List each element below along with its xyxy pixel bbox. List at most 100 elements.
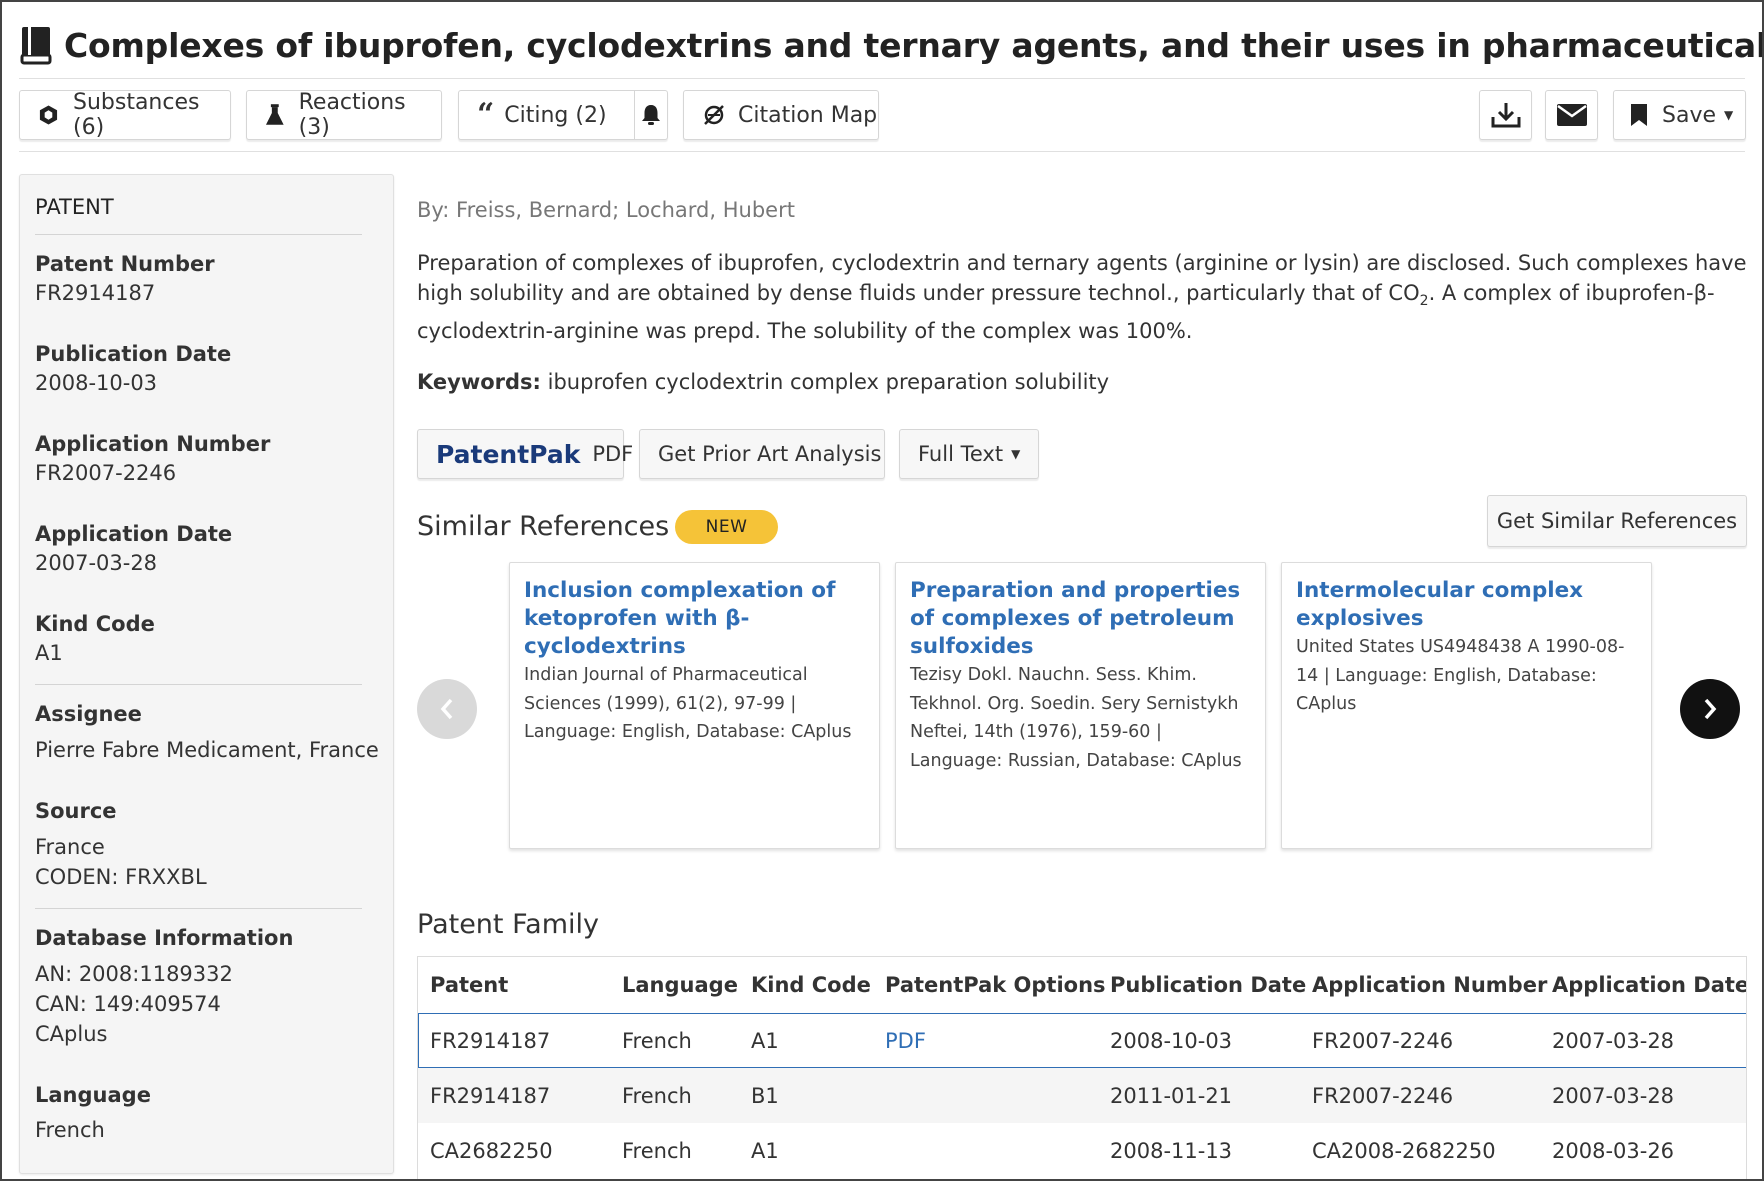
- database-can-value: CAN: 149:409574: [35, 992, 221, 1016]
- table-cell: 2008-03-26: [1552, 1138, 1675, 1163]
- similar-reference-meta: United States US4948438 A 1990-08-14 | L…: [1296, 637, 1625, 714]
- table-cell: A1: [751, 1028, 779, 1053]
- similar-reference-meta: Indian Journal of Pharmaceutical Science…: [524, 665, 852, 742]
- similar-reference-meta: Tezisy Dokl. Nauchn. Sess. Khim. Tekhnol…: [910, 665, 1242, 771]
- assignee-label: Assignee: [35, 702, 142, 726]
- sidebar-divider: [35, 684, 362, 685]
- toolbar-divider: [19, 151, 1745, 152]
- citing-label: Citing (2): [504, 102, 607, 128]
- table-cell: CA2682250: [430, 1138, 553, 1163]
- flask-icon: [265, 104, 284, 125]
- carousel-prev-button[interactable]: [417, 679, 477, 739]
- table-cell: FR2007-2246: [1312, 1028, 1454, 1053]
- table-cell: 2011-01-21: [1110, 1083, 1233, 1108]
- column-header: Application Number: [1312, 972, 1548, 997]
- keywords: Keywords: ibuprofen cyclodextrin complex…: [417, 370, 1109, 394]
- kind-code-label: Kind Code: [35, 612, 155, 636]
- similar-references-heading: Similar References: [417, 511, 670, 542]
- table-cell: 2007-03-28: [1552, 1028, 1675, 1053]
- table-cell: CA2008-2682250: [1312, 1138, 1496, 1163]
- patent-family-table: Patent Language Kind Code PatentPak Opti…: [417, 956, 1747, 1179]
- sidebar-divider: [35, 234, 362, 235]
- similar-reference-card: Preparation and properties of complexes …: [895, 562, 1266, 849]
- column-header: PatentPak Options: [885, 972, 1106, 997]
- patentpak-logo: PatentPak: [436, 439, 581, 469]
- keywords-value: ibuprofen cyclodextrin complex preparati…: [547, 370, 1110, 394]
- save-label: Save: [1662, 102, 1717, 128]
- citation-map-label: Citation Map: [738, 102, 878, 128]
- source-coden-value: CODEN: FRXXBL: [35, 865, 207, 889]
- title-row: Complexes of ibuprofen, cyclodextrins an…: [20, 20, 1764, 70]
- caret-down-icon: ▼: [1724, 108, 1734, 122]
- column-header: Publication Date: [1110, 972, 1307, 997]
- table-cell: FR2914187: [430, 1083, 551, 1108]
- full-text-dropdown[interactable]: Full Text ▼: [899, 429, 1039, 479]
- citing-button[interactable]: “ Citing (2): [477, 91, 634, 139]
- title-divider: [19, 78, 1745, 79]
- reference-book-icon: [20, 27, 52, 65]
- page-frame: Complexes of ibuprofen, cyclodextrins an…: [0, 0, 1764, 1181]
- application-number-value: FR2007-2246: [35, 461, 177, 485]
- page-title: Complexes of ibuprofen, cyclodextrins an…: [64, 25, 1764, 65]
- similar-reference-title[interactable]: Preparation and properties of complexes …: [910, 577, 1251, 661]
- similar-reference-title[interactable]: Intermolecular complex explosives: [1296, 577, 1637, 633]
- download-button[interactable]: [1479, 90, 1532, 140]
- table-row[interactable]: CA2682250 French A1 2008-11-13 CA2008-26…: [418, 1123, 1746, 1178]
- similar-reference-card: Intermolecular complex explosives United…: [1281, 562, 1652, 849]
- column-header: Patent: [430, 972, 509, 997]
- table-cell: A1: [751, 1138, 779, 1163]
- table-header-row: Patent Language Kind Code PatentPak Opti…: [418, 957, 1746, 1012]
- patent-details-sidebar: PATENT Patent Number FR2914187 Publicati…: [19, 174, 394, 1174]
- download-icon: [1491, 103, 1520, 128]
- table-cell: B1: [751, 1083, 779, 1108]
- assignee-value: Pierre Fabre Medicament, France: [35, 738, 379, 762]
- table-row-selected[interactable]: FR2914187 French A1 PDF 2008-10-03 FR200…: [418, 1013, 1746, 1068]
- get-similar-references-button[interactable]: Get Similar References: [1487, 495, 1747, 547]
- database-info-label: Database Information: [35, 926, 294, 950]
- patent-number-value: FR2914187: [35, 281, 156, 305]
- bookmark-icon: [1631, 104, 1647, 126]
- abstract-subscript: 2: [1419, 293, 1429, 310]
- database-an-value: AN: 2008:1189332: [35, 962, 233, 986]
- chevron-right-icon: [1704, 698, 1717, 720]
- new-badge: NEW: [675, 510, 778, 544]
- citing-button-group: “ Citing (2): [458, 90, 668, 140]
- table-cell: FR2914187: [430, 1028, 551, 1053]
- carousel-next-button[interactable]: [1680, 679, 1740, 739]
- application-date-label: Application Date: [35, 522, 233, 546]
- language-label: Language: [35, 1083, 151, 1107]
- keywords-label: Keywords:: [417, 370, 541, 394]
- table-cell: 2007-03-28: [1552, 1083, 1675, 1108]
- table-cell: FR2007-2246: [1312, 1083, 1454, 1108]
- full-text-label: Full Text: [918, 442, 1004, 466]
- table-cell: French: [622, 1028, 692, 1053]
- substances-button[interactable]: Substances (6): [19, 90, 231, 140]
- source-label: Source: [35, 799, 117, 823]
- patentpak-pdf-button[interactable]: PatentPak PDF: [417, 429, 633, 479]
- column-header: Kind Code: [751, 972, 871, 997]
- caret-down-icon: ▼: [1011, 447, 1021, 461]
- similar-reference-card: Inclusion complexation of ketoprofen wit…: [509, 562, 880, 849]
- bell-icon: [642, 105, 660, 125]
- chevron-left-icon: [440, 698, 453, 720]
- similar-reference-title[interactable]: Inclusion complexation of ketoprofen wit…: [524, 577, 865, 661]
- citing-alert-button[interactable]: [634, 91, 667, 139]
- save-button[interactable]: Save ▼: [1613, 90, 1746, 140]
- pdf-link[interactable]: PDF: [885, 1013, 926, 1068]
- prior-art-button[interactable]: Get Prior Art Analysis: [639, 429, 885, 479]
- publication-date-label: Publication Date: [35, 342, 232, 366]
- source-country-value: France: [35, 835, 105, 859]
- reactions-button[interactable]: Reactions (3): [246, 90, 442, 140]
- sidebar-heading: PATENT: [35, 195, 114, 219]
- prior-art-label: Get Prior Art Analysis: [658, 442, 882, 466]
- sidebar-divider: [35, 908, 362, 909]
- table-row[interactable]: FR2914187 French B1 2011-01-21 FR2007-22…: [418, 1068, 1746, 1123]
- patentpak-pdf-label: PDF: [592, 442, 634, 466]
- citation-map-button[interactable]: Citation Map: [683, 90, 879, 140]
- application-number-label: Application Number: [35, 432, 271, 456]
- quote-icon: “: [477, 97, 495, 132]
- kind-code-value: A1: [35, 641, 63, 665]
- table-cell: 2008-11-13: [1110, 1138, 1233, 1163]
- email-button[interactable]: [1545, 90, 1598, 140]
- database-name-value: CAplus: [35, 1022, 108, 1046]
